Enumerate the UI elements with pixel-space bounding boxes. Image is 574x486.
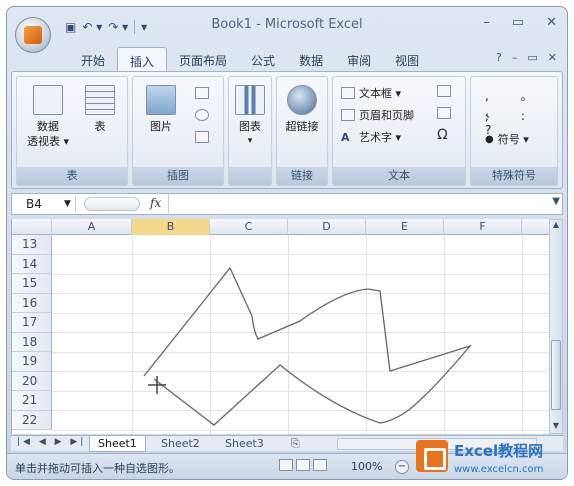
table-label: 表 bbox=[94, 120, 106, 133]
pivot-table-icon bbox=[33, 85, 63, 115]
formula-bar: B4 ▼ fx ▼ bbox=[11, 193, 563, 215]
group-label-illustrations: 插图 bbox=[133, 167, 223, 185]
symbol-dropdown-button[interactable]: ● 符号 ▾ bbox=[485, 131, 529, 147]
ribbon-tabs: 开始 插入 页面布局 公式 数据 审阅 视图 bbox=[69, 47, 431, 71]
shapes-icon[interactable] bbox=[195, 109, 209, 121]
freeform-shape[interactable] bbox=[143, 266, 472, 426]
group-label-charts bbox=[229, 167, 271, 185]
pivot-table-label: 数据 透视表 ▾ bbox=[26, 120, 70, 148]
help-icon[interactable]: ? bbox=[496, 51, 502, 64]
group-label-text: 文本 bbox=[333, 167, 465, 185]
name-box-value: B4 bbox=[26, 197, 42, 211]
watermark: Excel教程网 www.excelcn.com bbox=[414, 438, 574, 484]
tab-review[interactable]: 审阅 bbox=[335, 47, 383, 71]
tab-page-layout[interactable]: 页面布局 bbox=[167, 47, 239, 71]
vertical-scroll-thumb[interactable] bbox=[551, 340, 561, 410]
worksheet-grid[interactable]: A B C D E F 13 14 15 16 17 18 19 20 21 2… bbox=[11, 219, 549, 434]
group-charts: 图表 ▾ bbox=[228, 76, 272, 186]
status-message: 单击并拖动可插入一种自选图形。 bbox=[15, 462, 180, 475]
group-label-tables: 表 bbox=[17, 167, 127, 185]
header-footer-icon bbox=[341, 109, 355, 121]
formula-bar-divider bbox=[168, 194, 169, 214]
name-box[interactable]: B4 ▼ bbox=[14, 196, 76, 212]
tab-home[interactable]: 开始 bbox=[69, 47, 117, 71]
zoom-out-icon[interactable]: − bbox=[395, 460, 409, 474]
tab-data[interactable]: 数据 bbox=[287, 47, 335, 71]
minimize-button[interactable]: – bbox=[483, 15, 490, 30]
picture-label: 图片 bbox=[150, 120, 172, 133]
header-footer-label: 页眉和页脚 bbox=[359, 109, 414, 122]
name-box-dropdown-icon[interactable]: ▼ bbox=[64, 196, 71, 212]
symbol-bullet-icon: ● bbox=[485, 133, 494, 145]
header-footer-button[interactable]: 页眉和页脚 bbox=[341, 107, 414, 123]
table-button[interactable]: 表 bbox=[77, 85, 123, 134]
tab-insert[interactable]: 插入 bbox=[117, 47, 168, 71]
tab-formulas[interactable]: 公式 bbox=[239, 47, 287, 71]
formula-bar-resize-handle[interactable] bbox=[84, 197, 140, 211]
symbol-label: 符号 ▾ bbox=[497, 133, 529, 146]
textbox-label: 文本框 ▾ bbox=[359, 87, 402, 100]
close-button[interactable]: ✕ bbox=[546, 15, 557, 30]
ribbon-close-button[interactable]: ✕ bbox=[548, 51, 557, 64]
title-bar: ▣ ↶ ▾ ↷ ▾ ▾ Book1 - Microsoft Excel – ▭ … bbox=[7, 7, 567, 53]
picture-icon bbox=[146, 85, 176, 115]
view-buttons bbox=[279, 459, 327, 471]
scroll-down-icon[interactable]: ▼ bbox=[550, 421, 562, 433]
table-icon bbox=[85, 85, 115, 115]
textbox-icon bbox=[341, 87, 355, 99]
group-links: 超链接 链接 bbox=[276, 76, 328, 186]
pivot-table-button[interactable]: 数据 透视表 ▾ bbox=[23, 85, 73, 149]
chart-label: 图表 bbox=[239, 120, 261, 133]
wordart-label: 艺术字 ▾ bbox=[359, 131, 402, 144]
freeform-drawing-layer[interactable] bbox=[12, 219, 549, 434]
restore-button[interactable]: ▭ bbox=[512, 15, 524, 30]
wordart-button[interactable]: A 艺术字 ▾ bbox=[341, 129, 401, 145]
window-controls: – ▭ ✕ bbox=[483, 15, 557, 30]
sheet-tab-sheet3[interactable]: Sheet3 bbox=[217, 436, 272, 452]
office-logo-icon bbox=[24, 26, 42, 44]
smartart-icon[interactable] bbox=[195, 131, 209, 143]
group-label-special-symbols: 特殊符号 bbox=[471, 167, 557, 185]
group-label-links: 链接 bbox=[277, 167, 327, 185]
signature-line-icon[interactable] bbox=[437, 85, 451, 97]
ribbon-minimize-button[interactable]: – bbox=[512, 51, 518, 64]
chart-button[interactable]: 图表 ▾ bbox=[231, 85, 269, 149]
watermark-office-logo-icon bbox=[416, 440, 448, 472]
watermark-brand: Excel教程网 bbox=[454, 442, 544, 460]
normal-view-icon[interactable] bbox=[279, 459, 293, 471]
insert-function-button[interactable]: fx bbox=[150, 196, 161, 210]
page-layout-view-icon[interactable] bbox=[296, 459, 310, 471]
object-icon[interactable] bbox=[437, 107, 451, 119]
hyperlink-button[interactable]: 超链接 bbox=[279, 85, 325, 134]
excel-window: ▣ ↶ ▾ ↷ ▾ ▾ Book1 - Microsoft Excel – ▭ … bbox=[6, 6, 568, 480]
insert-sheet-icon[interactable]: ⎘ bbox=[283, 436, 308, 452]
group-text: 文本框 ▾ 页眉和页脚 A 艺术字 ▾ Ω 文本 bbox=[332, 76, 466, 186]
sheet-navigation-arrows-icon[interactable]: |◀ ◀ ▶ ▶| bbox=[17, 437, 86, 447]
symbol-omega-icon[interactable]: Ω bbox=[437, 127, 448, 143]
textbox-button[interactable]: 文本框 ▾ bbox=[341, 85, 401, 101]
scroll-up-icon[interactable]: ▲ bbox=[550, 220, 562, 232]
hyperlink-globe-icon bbox=[287, 85, 317, 115]
office-button[interactable] bbox=[15, 17, 51, 53]
vertical-scrollbar[interactable]: ▲ ▼ bbox=[549, 219, 563, 434]
sheet-tab-sheet1[interactable]: Sheet1 bbox=[89, 436, 146, 452]
watermark-url: www.excelcn.com bbox=[454, 464, 544, 475]
chart-icon bbox=[235, 85, 265, 115]
sheet-tab-sheet2[interactable]: Sheet2 bbox=[153, 436, 208, 452]
group-tables: 数据 透视表 ▾ 表 表 bbox=[16, 76, 128, 186]
ribbon: 数据 透视表 ▾ 表 表 图片 插图 图表 ▾ 超链接 链接 文本框 ▾ 页眉和… bbox=[11, 71, 563, 189]
tab-view[interactable]: 视图 bbox=[383, 47, 431, 71]
expand-formula-bar-icon[interactable]: ▼ bbox=[552, 196, 560, 207]
formula-input[interactable] bbox=[172, 196, 542, 212]
ribbon-window-controls: ? – ▭ ✕ bbox=[496, 51, 557, 64]
ribbon-restore-button[interactable]: ▭ bbox=[527, 51, 537, 64]
crosshair-cursor-icon bbox=[148, 376, 166, 394]
group-illustrations: 图片 插图 bbox=[132, 76, 224, 186]
page-break-view-icon[interactable] bbox=[313, 459, 327, 471]
group-special-symbols: , 。 、 ; : ? ● 符号 ▾ 特殊符号 bbox=[470, 76, 558, 186]
clipart-icon[interactable] bbox=[195, 87, 209, 99]
zoom-level[interactable]: 100% bbox=[351, 460, 382, 473]
hyperlink-label: 超链接 bbox=[285, 120, 319, 133]
picture-button[interactable]: 图片 bbox=[139, 85, 183, 134]
